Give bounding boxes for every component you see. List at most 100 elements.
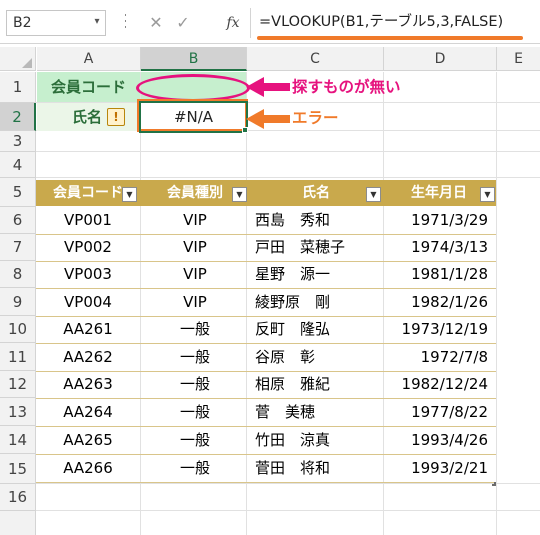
table-row: VP004 VIP 綾野原 剛 1982/1/26 bbox=[36, 289, 496, 316]
row-header-1[interactable]: 1 bbox=[0, 72, 36, 103]
cell-member-code[interactable]: AA262 bbox=[36, 344, 140, 371]
table-row-divider bbox=[36, 482, 496, 483]
cell-member-code[interactable]: VP001 bbox=[36, 207, 140, 234]
column-header-d[interactable]: D bbox=[384, 47, 497, 71]
annotation-error: エラー bbox=[292, 109, 339, 127]
row-header-11[interactable]: 11 bbox=[0, 343, 36, 371]
orange-arrow-icon bbox=[246, 109, 290, 129]
table-row: VP003 VIP 星野 源一 1981/1/28 bbox=[36, 261, 496, 288]
formula-highlight-underline bbox=[257, 36, 523, 40]
cell-birth-date[interactable]: 1973/12/19 bbox=[382, 316, 496, 343]
table-row: VP002 VIP 戸田 菜穂子 1974/3/13 bbox=[36, 234, 496, 261]
cell-member-name[interactable]: 竹田 涼真 bbox=[250, 427, 382, 454]
cell-member-type[interactable]: 一般 bbox=[140, 371, 250, 398]
cell-member-type[interactable]: 一般 bbox=[140, 427, 250, 454]
cell-member-type[interactable]: 一般 bbox=[140, 455, 250, 482]
cell-birth-date[interactable]: 1972/7/8 bbox=[382, 344, 496, 371]
filter-dropdown-icon[interactable]: ▼ bbox=[366, 187, 381, 202]
table-header-dob: 生年月日 bbox=[382, 180, 496, 206]
cell-member-code[interactable]: VP003 bbox=[36, 261, 140, 288]
cell-member-name[interactable]: 反町 隆弘 bbox=[250, 316, 382, 343]
filter-dropdown-icon[interactable]: ▼ bbox=[122, 187, 137, 202]
cell-member-code[interactable]: AA264 bbox=[36, 399, 140, 426]
cell-member-type[interactable]: 一般 bbox=[140, 316, 250, 343]
gridline bbox=[36, 151, 540, 152]
row-header-6[interactable]: 6 bbox=[0, 207, 36, 234]
row-header-14[interactable]: 14 bbox=[0, 426, 36, 454]
cell-member-code[interactable]: VP004 bbox=[36, 289, 140, 316]
cell-member-code[interactable]: AA266 bbox=[36, 455, 140, 482]
row-header-17[interactable] bbox=[0, 511, 36, 535]
cell-member-name[interactable]: 相原 雅紀 bbox=[250, 371, 382, 398]
row-header-5[interactable]: 5 bbox=[0, 178, 36, 207]
select-all-triangle-icon bbox=[22, 58, 32, 68]
row-header-8[interactable]: 8 bbox=[0, 261, 36, 288]
cell-birth-date[interactable]: 1981/1/28 bbox=[382, 261, 496, 288]
column-header-e[interactable]: E bbox=[497, 47, 540, 71]
annotation-arrows bbox=[246, 77, 290, 129]
formula-input[interactable]: =VLOOKUP(B1,テーブル5,3,FALSE) bbox=[250, 8, 540, 38]
cell-member-code[interactable]: VP002 bbox=[36, 234, 140, 261]
table-row: AA264 一般菅 美穂 1977/8/22 bbox=[36, 399, 496, 426]
cell-birth-date[interactable]: 1974/3/13 bbox=[382, 234, 496, 261]
cell-b2[interactable]: #N/A bbox=[141, 103, 246, 131]
row-header-15[interactable]: 15 bbox=[0, 454, 36, 484]
row-header-9[interactable]: 9 bbox=[0, 288, 36, 316]
table-row: VP001 VIP 西島 秀和 1971/3/29 bbox=[36, 207, 496, 234]
cancel-icon[interactable]: ✕ bbox=[145, 11, 167, 35]
row-header-12[interactable]: 12 bbox=[0, 371, 36, 398]
row-header-10[interactable]: 10 bbox=[0, 316, 36, 343]
cell-member-name[interactable]: 戸田 菜穂子 bbox=[250, 234, 382, 261]
cell-birth-date[interactable]: 1977/8/22 bbox=[382, 399, 496, 426]
highlight-ellipse bbox=[136, 74, 250, 102]
row-header-2[interactable]: 2 bbox=[0, 103, 36, 131]
cell-member-name[interactable]: 綾野原 剛 bbox=[250, 289, 382, 316]
cell-member-type[interactable]: VIP bbox=[140, 261, 250, 288]
enter-icon[interactable]: ✓ bbox=[172, 11, 194, 35]
table-resize-handle[interactable] bbox=[492, 482, 496, 486]
filter-dropdown-icon[interactable]: ▼ bbox=[232, 187, 247, 202]
cell-member-type[interactable]: VIP bbox=[140, 207, 250, 234]
table-row: AA266 一般 菅田 将和 1993/2/21 bbox=[36, 455, 496, 482]
row-header-3[interactable]: 3 bbox=[0, 131, 36, 152]
cell-member-code[interactable]: AA261 bbox=[36, 316, 140, 343]
table-row: AA261 一般 反町 隆弘 1973/12/19 bbox=[36, 316, 496, 343]
gridline bbox=[36, 510, 540, 511]
gridline bbox=[496, 72, 497, 535]
cell-member-type[interactable]: VIP bbox=[140, 289, 250, 316]
cell-member-code[interactable]: AA265 bbox=[36, 427, 140, 454]
error-warning-icon[interactable]: ! bbox=[107, 108, 125, 126]
filter-dropdown-icon[interactable]: ▼ bbox=[480, 187, 495, 202]
formula-bar-separator[interactable] bbox=[124, 10, 127, 36]
cell-member-name[interactable]: 谷原 彰 bbox=[250, 344, 382, 371]
table-row: AA265 一般 竹田 涼真 1993/4/26 bbox=[36, 427, 496, 454]
cell-member-name[interactable]: 西島 秀和 bbox=[250, 207, 382, 234]
cell-member-type[interactable]: 一般 bbox=[140, 344, 250, 371]
table-row: AA262 一般 谷原 彰 1972/7/8 bbox=[36, 344, 496, 371]
gridline bbox=[36, 483, 540, 484]
cell-birth-date[interactable]: 1993/4/26 bbox=[382, 427, 496, 454]
row-header-13[interactable]: 13 bbox=[0, 398, 36, 426]
cell-a1[interactable]: 会員コード bbox=[37, 72, 140, 102]
cell-member-name[interactable]: 菅田 将和 bbox=[250, 455, 382, 482]
cell-member-name[interactable]: 菅 美穂 bbox=[250, 399, 382, 426]
column-header-a[interactable]: A bbox=[37, 47, 141, 71]
column-header-c[interactable]: C bbox=[247, 47, 384, 71]
cell-member-code[interactable]: AA263 bbox=[36, 371, 140, 398]
column-header-b[interactable]: B bbox=[141, 47, 247, 71]
cell-birth-date[interactable]: 1982/1/26 bbox=[382, 289, 496, 316]
row-header-16[interactable]: 16 bbox=[0, 484, 36, 511]
table-header-name: 氏名 bbox=[250, 180, 382, 206]
insert-function-icon[interactable]: fx bbox=[220, 11, 246, 35]
row-header-4[interactable]: 4 bbox=[0, 152, 36, 178]
cell-member-type[interactable]: VIP bbox=[140, 234, 250, 261]
gridline bbox=[36, 177, 540, 178]
cell-birth-date[interactable]: 1982/12/24 bbox=[382, 371, 496, 398]
cell-member-name[interactable]: 星野 源一 bbox=[250, 261, 382, 288]
cell-member-type[interactable]: 一般 bbox=[140, 399, 250, 426]
annotation-not-found: 探すものが無い bbox=[292, 78, 401, 96]
cell-birth-date[interactable]: 1993/2/21 bbox=[382, 455, 496, 482]
row-header-7[interactable]: 7 bbox=[0, 234, 36, 261]
cell-birth-date[interactable]: 1971/3/29 bbox=[382, 207, 496, 234]
chevron-down-icon[interactable]: ▾ bbox=[90, 14, 104, 30]
